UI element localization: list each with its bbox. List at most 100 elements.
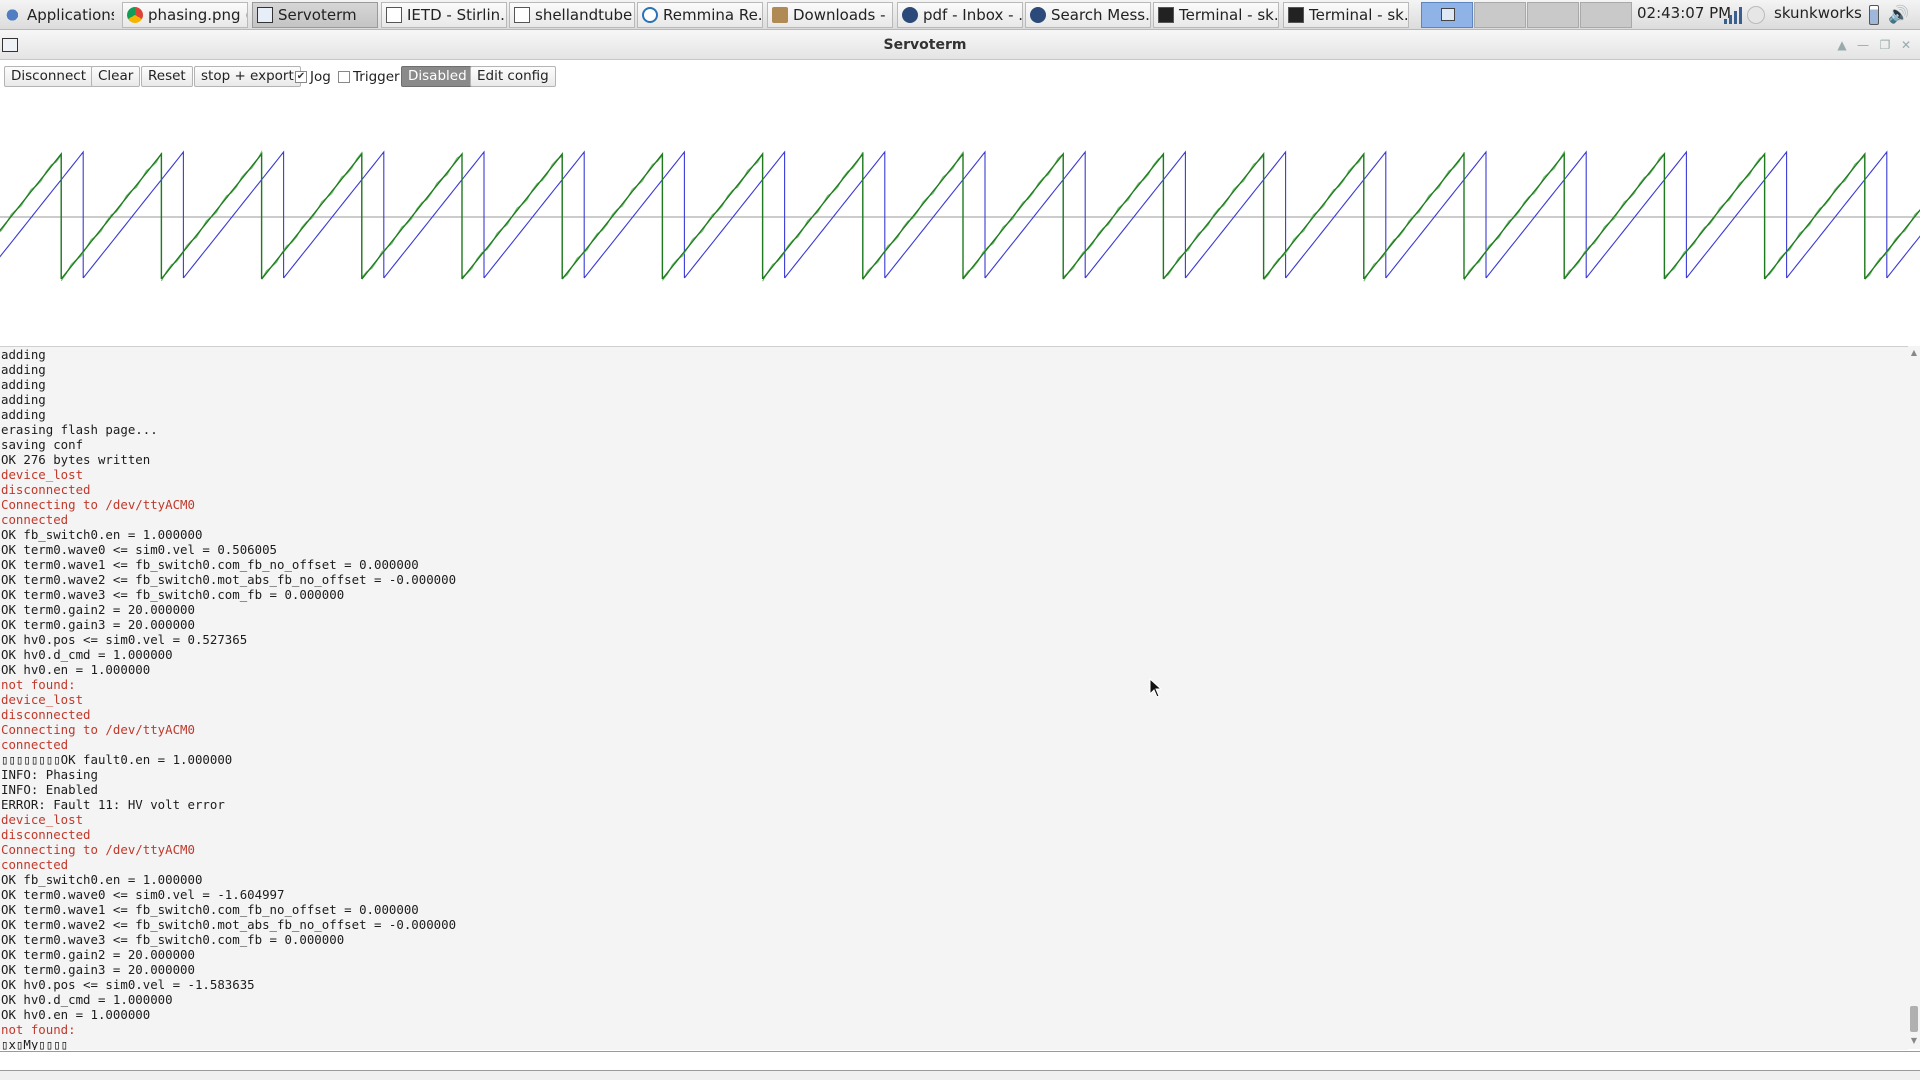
chrome-icon [127,7,143,23]
log-scrollbar[interactable]: ▲ ▼ [1908,346,1920,1049]
taskbar-button[interactable]: pdf - Inbox - ... [897,2,1023,28]
log-line: INFO: Enabled [1,782,98,797]
terminal-icon [1158,7,1174,23]
log-line: OK term0.wave0 <= sim0.vel = 0.506005 [1,542,278,557]
taskbar-button[interactable]: IETD - Stirlin... [381,2,507,28]
document-icon [386,7,402,23]
workspace-2[interactable] [1474,2,1526,28]
log-line: device_lost [1,692,84,707]
taskbar-button[interactable]: Terminal - sk... [1283,2,1409,28]
log-line: not found: [1,677,76,692]
log-line: device_lost [1,812,84,827]
log-line: Connecting to /dev/ttyACM0 [1,842,195,857]
taskbar-button-label: shellandtube ... [535,6,634,24]
scrollbar-thumb[interactable] [1910,1006,1918,1032]
log-line: OK hv0.d_cmd = 1.000000 [1,647,173,662]
user-menu[interactable]: skunkworks [1774,4,1862,22]
taskbar-button[interactable]: phasing.png (... [122,2,248,28]
waveform-plot[interactable] [0,88,1920,346]
scroll-up-icon[interactable]: ▲ [1909,348,1919,357]
log-line: disconnected [1,827,91,842]
serial-log[interactable]: adding adding adding adding adding erasing fl… [0,346,1908,1050]
taskbar-button-label: Terminal - sk... [1179,6,1279,24]
network-icon[interactable] [1724,6,1742,24]
stop-export-button[interactable]: stop + export [194,66,301,87]
taskbar-button[interactable]: Servoterm [252,2,378,28]
taskbar-button[interactable]: Terminal - sk... [1153,2,1279,28]
servoterm-workspace-icon [1441,8,1455,21]
log-line: device_lost [1,467,84,482]
log-line: adding [1,407,46,422]
log-line: disconnected [1,707,91,722]
taskbar-button-label: phasing.png (... [148,6,247,24]
taskbar-button-label: pdf - Inbox - ... [923,6,1023,24]
log-line: OK term0.gain3 = 20.000000 [1,617,195,632]
disabled-toggle-button[interactable]: Disabled [401,66,474,87]
log-line: OK term0.gain3 = 20.000000 [1,962,195,977]
workspace-1[interactable] [1421,2,1473,28]
taskbar-button-label: Downloads - ... [793,6,892,24]
window-title-bar[interactable]: Servoterm ▲ — ❐ ✕ [0,30,1920,60]
status-indicator-icon[interactable] [1747,6,1765,24]
toolbar: Disconnect Clear Reset stop + export ✔ J… [0,62,1920,88]
log-line: Connecting to /dev/ttyACM0 [1,497,195,512]
volume-icon[interactable]: 🔊 [1888,5,1912,25]
log-line: ▯▯▯▯▯▯▯▯OK fault0.en = 1.000000 [1,752,233,767]
taskbar-button-label: IETD - Stirlin... [407,6,507,24]
command-input[interactable] [0,1051,1920,1071]
xfce-mouse-icon [6,7,22,23]
log-line: INFO: Phasing [1,767,98,782]
log-line: OK term0.gain2 = 20.000000 [1,602,195,617]
log-line: connected [1,512,69,527]
log-line: not found: [1,1022,76,1037]
log-line: OK term0.wave2 <= fb_switch0.mot_abs_fb_… [1,572,457,587]
workspace-3[interactable] [1527,2,1579,28]
trigger-checkbox[interactable]: Trigger [338,69,400,85]
minimize-icon[interactable]: — [1856,38,1870,52]
log-line: OK hv0.pos <= sim0.vel = -1.583635 [1,977,255,992]
servoterm-icon [257,7,273,23]
trigger-checkbox-box[interactable] [338,71,350,83]
log-line: OK term0.wave3 <= fb_switch0.com_fb = 0.… [1,932,345,947]
log-line: saving conf [1,437,84,452]
jog-checkbox[interactable]: ✔ Jog [295,69,331,85]
close-icon[interactable]: ✕ [1899,38,1913,52]
taskbar-button[interactable]: Downloads - ... [767,2,893,28]
log-line: OK 276 bytes written [1,452,151,467]
log-line: adding [1,347,46,362]
shade-icon[interactable]: ▲ [1835,38,1849,52]
workspace-4[interactable] [1580,2,1632,28]
folder-icon [772,7,788,23]
github-icon [902,7,918,23]
github-icon [1030,7,1046,23]
clear-button[interactable]: Clear [91,66,141,87]
taskbar-button[interactable]: shellandtube ... [509,2,635,28]
jog-checkbox-box[interactable]: ✔ [295,71,307,83]
log-line: OK term0.gain2 = 20.000000 [1,947,195,962]
clock[interactable]: 02:43:07 PM [1637,4,1731,22]
applications-menu-button[interactable]: Applications [2,2,114,28]
bottom-strip [0,1071,1920,1080]
applications-label: Applications [27,6,114,24]
jog-label: Jog [310,69,331,85]
log-line: ▯x▯My▯▯▯▯ [1,1037,69,1050]
edit-config-button[interactable]: Edit config [470,66,556,87]
scroll-down-icon[interactable]: ▼ [1909,1036,1919,1045]
log-line: OK hv0.en = 1.000000 [1,1007,151,1022]
log-line: connected [1,857,69,872]
maximize-icon[interactable]: ❐ [1878,38,1892,52]
taskbar-button[interactable]: Remmina Re... [637,2,763,28]
disconnect-button[interactable]: Disconnect [4,66,93,87]
mouse-pointer-icon [1149,678,1163,698]
log-line: OK term0.wave1 <= fb_switch0.com_fb_no_o… [1,902,419,917]
log-line: OK term0.wave0 <= sim0.vel = -1.604997 [1,887,285,902]
log-line: OK hv0.d_cmd = 1.000000 [1,992,173,1007]
reset-button[interactable]: Reset [141,66,193,87]
log-line: OK fb_switch0.en = 1.000000 [1,872,203,887]
taskbar-button-label: Remmina Re... [663,6,763,24]
taskbar-button[interactable]: Search Mess... [1025,2,1151,28]
battery-icon[interactable] [1869,5,1879,25]
log-line: Connecting to /dev/ttyACM0 [1,722,195,737]
log-line: OK hv0.pos <= sim0.vel = 0.527365 [1,632,248,647]
log-line: OK hv0.en = 1.000000 [1,662,151,677]
